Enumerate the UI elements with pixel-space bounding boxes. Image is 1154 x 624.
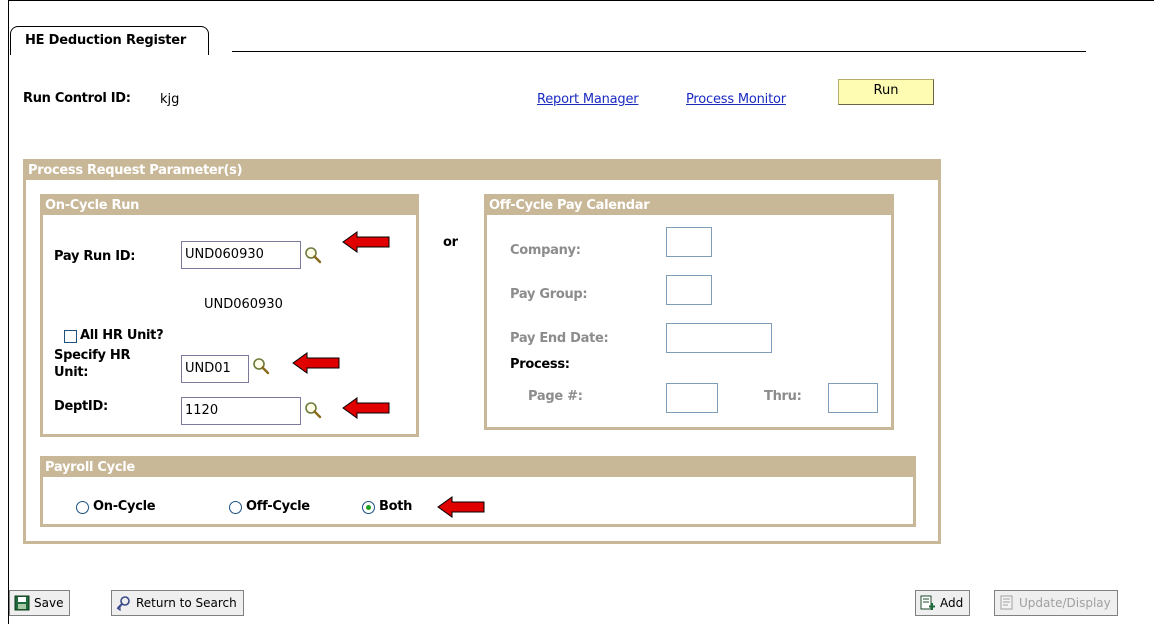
- specify-hr-unit-input[interactable]: UND01: [181, 355, 249, 383]
- payroll-cycle-header: Payroll Cycle: [43, 459, 913, 477]
- add-icon: [920, 595, 935, 610]
- page-input[interactable]: [666, 383, 718, 413]
- hr-unit-lookup-icon[interactable]: [252, 357, 270, 375]
- annotation-arrow-icon: [342, 397, 390, 419]
- annotation-arrow-icon: [292, 352, 340, 374]
- deptid-input[interactable]: 1120: [181, 397, 301, 425]
- on-cycle-header: On-Cycle Run: [43, 197, 416, 215]
- off-cycle-radio[interactable]: [229, 501, 242, 514]
- process-monitor-link[interactable]: Process Monitor: [686, 92, 786, 107]
- pay-run-description: UND060930: [204, 297, 283, 312]
- run-control-value: kjg: [160, 92, 180, 107]
- add-button[interactable]: Add: [915, 590, 971, 616]
- tab-he-deduction-register[interactable]: HE Deduction Register: [10, 26, 210, 55]
- specify-hr-unit-label: Specify HR: [54, 348, 131, 363]
- on-cycle-radio[interactable]: [76, 501, 89, 514]
- specify-hr-unit-label-2: Unit:: [54, 365, 89, 380]
- save-label: Save: [34, 596, 64, 610]
- save-button[interactable]: Save: [9, 590, 71, 616]
- process-request-header: Process Request Parameter(s): [26, 162, 938, 180]
- update-display-label: Update/Display: [1019, 596, 1111, 610]
- both-radio[interactable]: [362, 501, 375, 514]
- pay-run-id-label: Pay Run ID:: [54, 249, 136, 264]
- return-to-search-button[interactable]: Return to Search: [111, 590, 244, 616]
- report-manager-link[interactable]: Report Manager: [537, 92, 639, 107]
- update-display-icon: [1000, 595, 1013, 610]
- pay-group-input[interactable]: [666, 275, 712, 305]
- pay-group-label: Pay Group:: [510, 287, 588, 302]
- pay-end-date-input[interactable]: [666, 323, 772, 353]
- company-input[interactable]: [666, 227, 712, 257]
- company-label: Company:: [510, 243, 581, 258]
- thru-label: Thru:: [764, 389, 802, 404]
- or-label: or: [443, 235, 458, 250]
- tab-underline: [232, 51, 1086, 52]
- add-label: Add: [940, 596, 964, 610]
- deptid-label: DeptID:: [54, 399, 108, 414]
- return-to-search-label: Return to Search: [136, 596, 237, 610]
- annotation-arrow-icon: [342, 231, 390, 253]
- pay-run-id-input[interactable]: UND060930: [181, 241, 301, 269]
- run-control-label: Run Control ID:: [23, 91, 131, 106]
- deptid-lookup-icon[interactable]: [304, 401, 322, 419]
- both-radio-label: Both: [379, 499, 413, 514]
- off-cycle-header: Off-Cycle Pay Calendar: [487, 197, 891, 215]
- all-hr-unit-checkbox[interactable]: [64, 330, 77, 343]
- off-cycle-radio-label: Off-Cycle: [246, 499, 310, 514]
- thru-input[interactable]: [828, 383, 878, 413]
- run-button[interactable]: Run: [838, 79, 934, 105]
- page-label: Page #:: [528, 389, 583, 404]
- return-search-icon: [116, 596, 130, 611]
- annotation-arrow-icon: [437, 496, 485, 518]
- all-hr-unit-label: All HR Unit?: [80, 328, 164, 343]
- pay-run-lookup-icon[interactable]: [304, 246, 322, 264]
- on-cycle-radio-label: On-Cycle: [93, 499, 156, 514]
- process-label: Process:: [510, 357, 570, 372]
- pay-end-date-label: Pay End Date:: [510, 331, 609, 346]
- save-icon: [14, 595, 30, 611]
- update-display-button[interactable]: Update/Display: [994, 590, 1118, 616]
